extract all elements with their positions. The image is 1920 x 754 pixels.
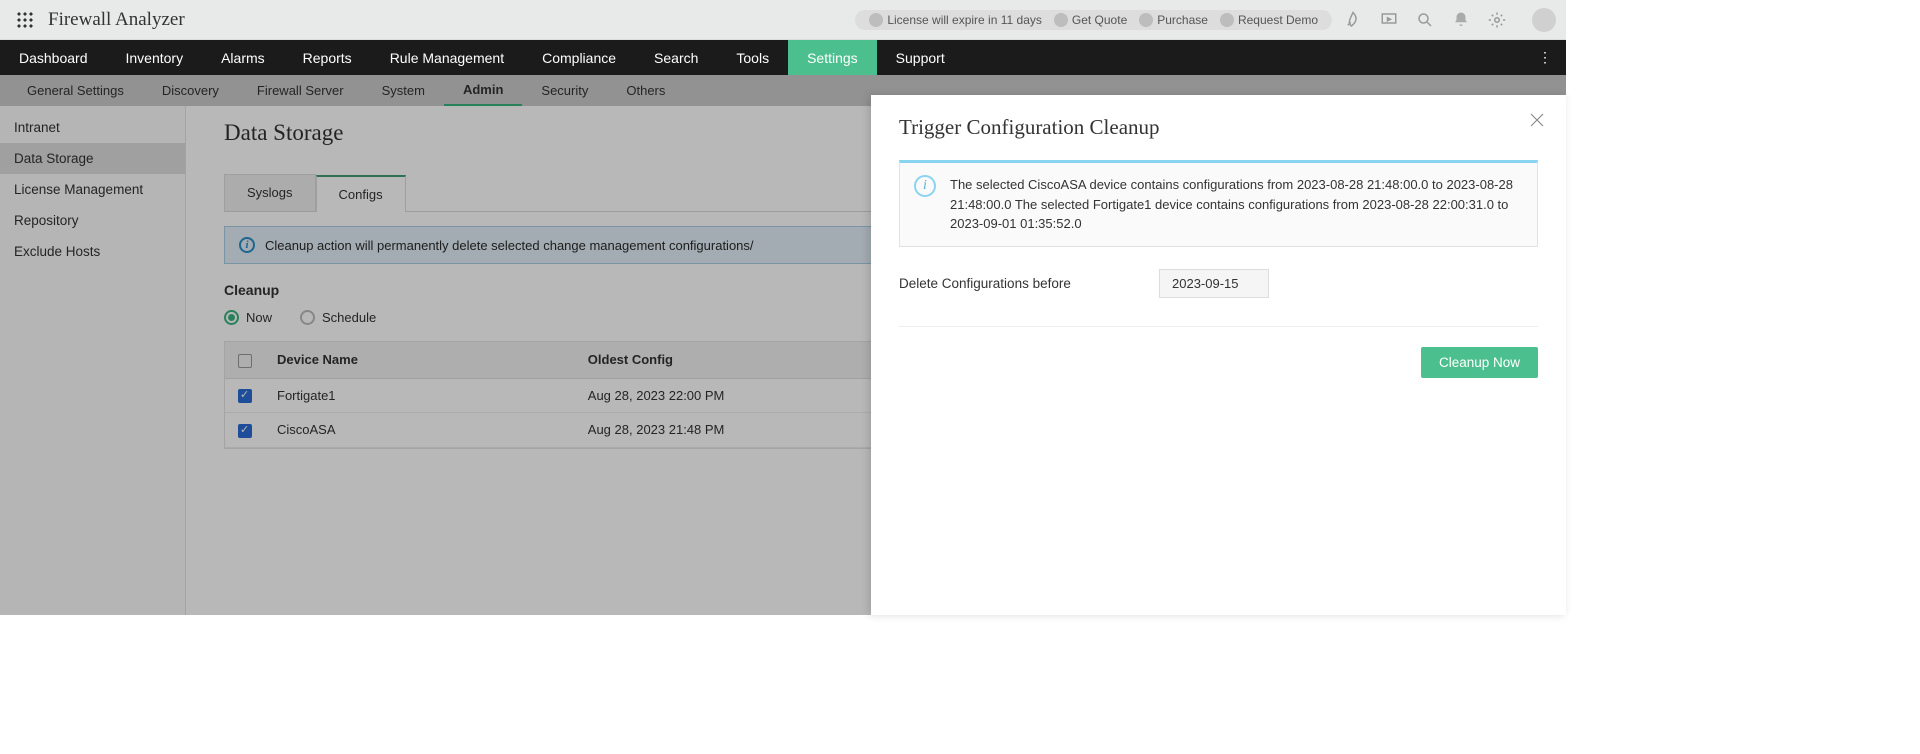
sidebar-item-repository[interactable]: Repository: [0, 205, 185, 236]
license-expiry-chip[interactable]: License will expire in 11 days: [865, 13, 1046, 27]
get-quote-chip[interactable]: Get Quote: [1050, 13, 1131, 27]
subnav-admin[interactable]: Admin: [444, 75, 522, 106]
gear-icon[interactable]: [1488, 11, 1506, 29]
delete-before-input[interactable]: 2023-09-15: [1159, 269, 1269, 298]
subnav-general-settings[interactable]: General Settings: [8, 75, 143, 106]
apps-grid-icon[interactable]: [16, 11, 34, 29]
drawer-actions: Cleanup Now: [899, 347, 1538, 378]
kebab-menu-icon[interactable]: ⋮: [1524, 40, 1566, 75]
radio-schedule[interactable]: Schedule: [300, 310, 376, 325]
avatar[interactable]: [1532, 8, 1556, 32]
side-panel: Intranet Data Storage License Management…: [0, 106, 186, 615]
license-strip: License will expire in 11 days Get Quote…: [855, 10, 1332, 30]
purchase-chip[interactable]: Purchase: [1135, 13, 1212, 27]
toolbar-icons: [1344, 8, 1556, 32]
cleanup-drawer: Trigger Configuration Cleanup i The sele…: [871, 95, 1566, 615]
subnav-discovery[interactable]: Discovery: [143, 75, 238, 106]
nav-support[interactable]: Support: [877, 40, 964, 75]
nav-settings[interactable]: Settings: [788, 40, 877, 75]
nav-alarms[interactable]: Alarms: [202, 40, 284, 75]
bell-icon[interactable]: [1452, 11, 1470, 29]
nav-rule-management[interactable]: Rule Management: [371, 40, 523, 75]
rocket-icon[interactable]: [1344, 11, 1362, 29]
product-title: Firewall Analyzer: [48, 9, 185, 31]
sidebar-item-data-storage[interactable]: Data Storage: [0, 143, 185, 174]
subnav-others[interactable]: Others: [607, 75, 684, 106]
row-checkbox[interactable]: [238, 424, 252, 438]
close-icon[interactable]: [1528, 111, 1546, 132]
search-icon[interactable]: [1416, 11, 1434, 29]
sidebar-item-exclude-hosts[interactable]: Exclude Hosts: [0, 236, 185, 267]
nav-search[interactable]: Search: [635, 40, 717, 75]
main-nav: Dashboard Inventory Alarms Reports Rule …: [0, 40, 1566, 75]
subnav-security[interactable]: Security: [522, 75, 607, 106]
nav-inventory[interactable]: Inventory: [107, 40, 203, 75]
license-expiry-text: License will expire in 11 days: [887, 13, 1042, 27]
subnav-system[interactable]: System: [363, 75, 444, 106]
request-demo-chip[interactable]: Request Demo: [1216, 13, 1322, 27]
top-bar: Firewall Analyzer License will expire in…: [0, 0, 1566, 40]
cell-device: CiscoASA: [265, 413, 576, 448]
select-all-checkbox[interactable]: [238, 354, 252, 368]
delete-before-label: Delete Configurations before: [899, 276, 1129, 291]
tab-syslogs[interactable]: Syslogs: [224, 174, 316, 211]
col-device-name: Device Name: [265, 342, 576, 378]
radio-now[interactable]: Now: [224, 310, 272, 325]
row-checkbox[interactable]: [238, 389, 252, 403]
nav-reports[interactable]: Reports: [284, 40, 371, 75]
drawer-notice-text: The selected CiscoASA device contains co…: [950, 175, 1523, 234]
cleanup-now-button[interactable]: Cleanup Now: [1421, 347, 1538, 378]
drawer-notice: i The selected CiscoASA device contains …: [899, 160, 1538, 247]
nav-dashboard[interactable]: Dashboard: [0, 40, 107, 75]
info-banner-text: Cleanup action will permanently delete s…: [265, 238, 754, 253]
delete-before-row: Delete Configurations before 2023-09-15: [899, 269, 1538, 298]
info-icon: i: [239, 237, 255, 253]
tab-configs[interactable]: Configs: [316, 175, 406, 212]
sidebar-item-intranet[interactable]: Intranet: [0, 112, 185, 143]
cell-device: Fortigate1: [265, 378, 576, 413]
nav-tools[interactable]: Tools: [717, 40, 788, 75]
info-icon: i: [914, 175, 936, 197]
presentation-icon[interactable]: [1380, 11, 1398, 29]
subnav-firewall-server[interactable]: Firewall Server: [238, 75, 363, 106]
drawer-title: Trigger Configuration Cleanup: [899, 115, 1538, 140]
nav-compliance[interactable]: Compliance: [523, 40, 635, 75]
sidebar-item-license-management[interactable]: License Management: [0, 174, 185, 205]
